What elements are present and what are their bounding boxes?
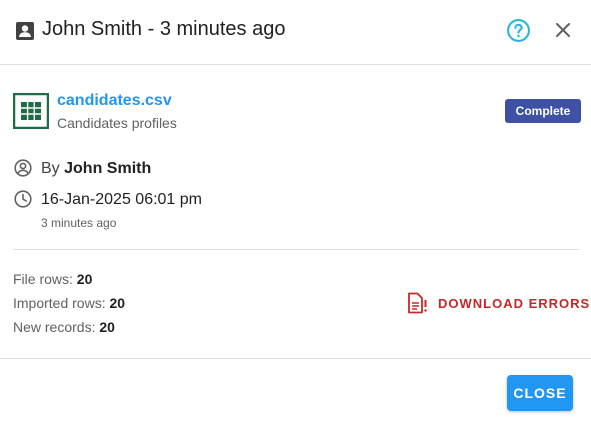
- dialog-header: John Smith - 3 minutes ago: [0, 0, 591, 65]
- new-records-stat: New records: 20: [13, 318, 115, 336]
- import-details-dialog: John Smith - 3 minutes ago candidates.cs…: [0, 0, 591, 422]
- close-icon[interactable]: [552, 19, 574, 41]
- import-relative-time: 3 minutes ago: [41, 216, 117, 230]
- download-errors-button[interactable]: DOWNLOAD ERRORS: [406, 291, 590, 315]
- document-alert-icon: [408, 292, 427, 314]
- file-rows-stat: File rows: 20: [13, 270, 92, 288]
- new-records-label: New records:: [13, 319, 96, 335]
- clock-icon: [14, 190, 32, 208]
- footer-divider: [0, 358, 591, 359]
- help-circle-icon[interactable]: [506, 18, 531, 43]
- imported-rows-stat: Imported rows: 20: [13, 294, 125, 312]
- divider: [13, 249, 580, 250]
- file-description: Candidates profiles: [57, 115, 177, 131]
- new-records-value: 20: [99, 319, 115, 335]
- imported-rows-label: Imported rows:: [13, 295, 106, 311]
- file-rows-value: 20: [76, 271, 93, 287]
- dialog-title: John Smith - 3 minutes ago: [42, 18, 286, 40]
- imported-by: By John Smith: [41, 159, 151, 179]
- person-badge-icon: [16, 22, 34, 40]
- file-rows-label: File rows:: [13, 271, 73, 287]
- status-badge: Complete: [505, 99, 581, 123]
- close-button[interactable]: CLOSE: [507, 375, 573, 411]
- file-name-link[interactable]: candidates.csv: [57, 91, 172, 111]
- download-errors-label: DOWNLOAD ERRORS: [438, 295, 591, 311]
- imported-rows-value: 20: [109, 295, 126, 311]
- by-prefix: By: [41, 160, 60, 177]
- spreadsheet-icon: [13, 93, 49, 129]
- import-date: 16-Jan-2025 06:01 pm: [41, 191, 202, 208]
- by-name: John Smith: [64, 160, 152, 177]
- account-circle-icon: [14, 159, 32, 177]
